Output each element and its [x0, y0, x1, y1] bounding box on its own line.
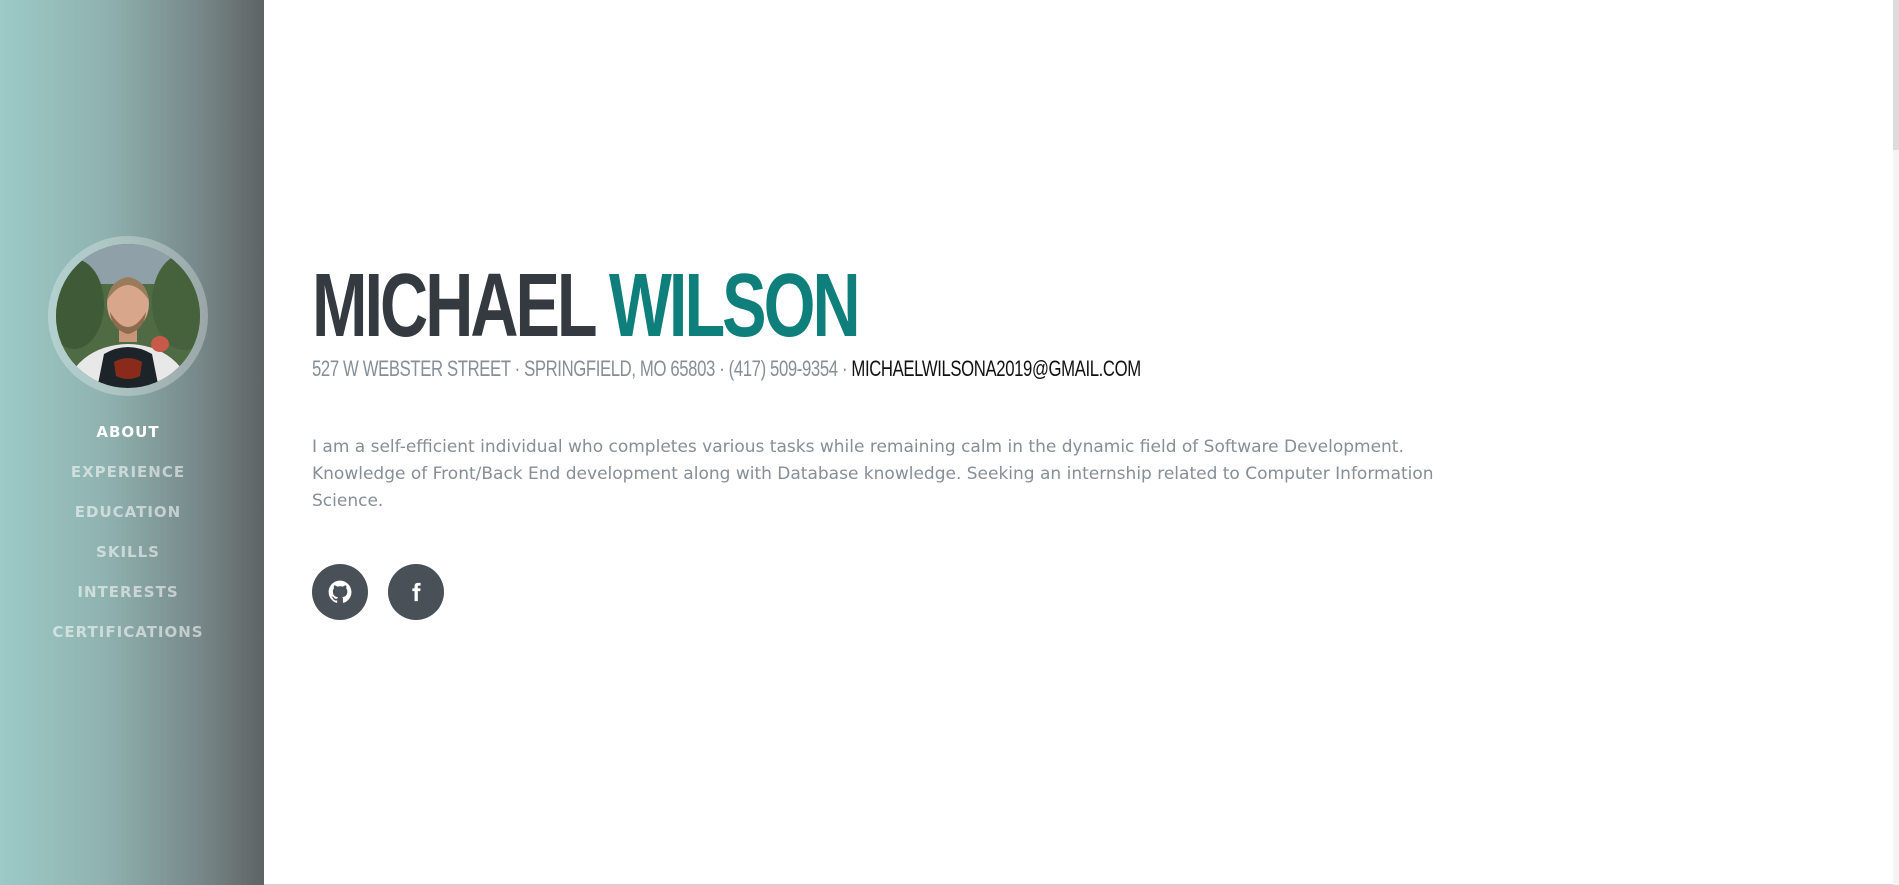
github-button[interactable]: [312, 564, 368, 620]
nav-item-about[interactable]: ABOUT: [0, 420, 256, 460]
sidebar: ABOUT EXPERIENCE EDUCATION SKILLS INTERE…: [0, 0, 264, 885]
about-text: I am a self-efficient individual who com…: [312, 437, 1434, 511]
contact-info: 527 W WEBSTER STREET · SPRINGFIELD, MO 6…: [312, 354, 1141, 384]
github-icon: [328, 580, 352, 603]
sidebar-nav: ABOUT EXPERIENCE EDUCATION SKILLS INTERE…: [0, 420, 256, 660]
last-name: WILSON: [609, 256, 861, 356]
email-link[interactable]: MICHAELWILSONA2019@GMAIL.COM: [851, 356, 1141, 381]
address-phone: 527 W WEBSTER STREET · SPRINGFIELD, MO 6…: [312, 356, 852, 381]
nav-item-education[interactable]: EDUCATION: [0, 500, 256, 540]
page-title: MICHAEL WILSON: [312, 256, 861, 356]
nav-item-skills[interactable]: SKILLS: [0, 540, 256, 580]
avatar[interactable]: [56, 244, 200, 388]
page: ABOUT EXPERIENCE EDUCATION SKILLS INTERE…: [0, 0, 1899, 885]
facebook-button[interactable]: [388, 564, 444, 620]
scrollbar[interactable]: [1893, 0, 1899, 885]
profile-photo: [56, 244, 200, 388]
first-name: MICHAEL: [312, 256, 596, 356]
avatar-ring: [48, 236, 208, 396]
main-content: MICHAEL WILSON 527 W WEBSTER STREET · SP…: [264, 0, 1899, 885]
nav-item-certifications[interactable]: CERTIFICATIONS: [0, 620, 256, 660]
nav-item-interests[interactable]: INTERESTS: [0, 580, 256, 620]
scrollbar-thumb[interactable]: [1893, 0, 1899, 150]
nav-item-experience[interactable]: EXPERIENCE: [0, 460, 256, 500]
facebook-icon: [412, 582, 421, 602]
social-icons: [312, 564, 444, 620]
